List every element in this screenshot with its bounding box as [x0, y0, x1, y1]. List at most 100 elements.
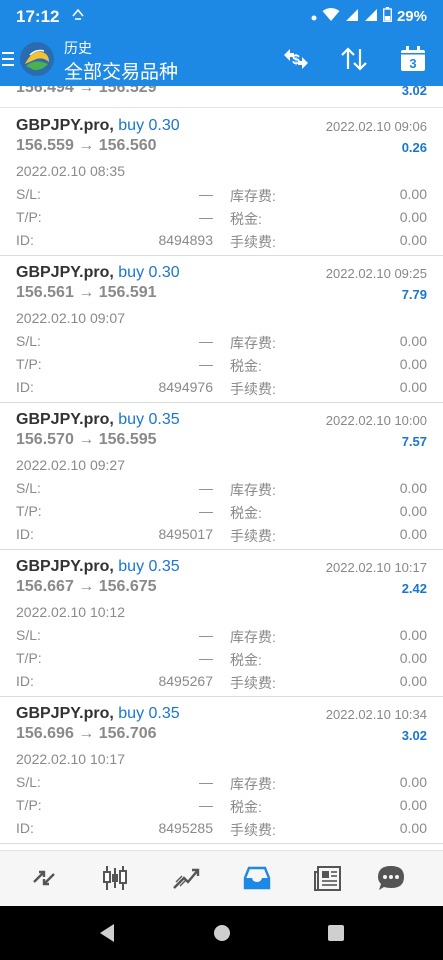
tab-news[interactable]: [309, 859, 347, 897]
commission-value: 0.00: [399, 379, 427, 395]
swap-value: 0.00: [399, 774, 427, 790]
sort-icon: [341, 47, 367, 71]
commission-value: 0.00: [399, 673, 427, 689]
taxes-value: 0.00: [399, 503, 427, 519]
recents-button[interactable]: [325, 922, 347, 944]
back-button[interactable]: [96, 922, 118, 944]
signal-icon: [345, 8, 359, 26]
bottom-tab-bar: [0, 850, 443, 907]
swap-label: 库存费:: [230, 188, 276, 204]
id-value: 8494976: [158, 379, 213, 395]
home-button[interactable]: [211, 922, 233, 944]
commission-label: 手续费:: [230, 822, 276, 838]
commission-label: 手续费:: [230, 234, 276, 250]
taxes-value: 0.00: [399, 209, 427, 225]
back-icon: [100, 924, 114, 942]
deal-prices: 156.494 → 156.529: [16, 86, 157, 96]
symbol-filter[interactable]: 全部交易品种: [64, 57, 178, 84]
deal-prices: 156.561 → 156.591: [16, 284, 157, 301]
currency-exchange-button[interactable]: $: [280, 43, 312, 75]
swap-label: 库存费:: [230, 335, 276, 351]
taxes-label: 税金:: [230, 211, 262, 227]
tab-history[interactable]: [238, 859, 276, 897]
app-bar: 历史 全部交易品种 $ 3: [0, 33, 443, 86]
id-label: ID:: [16, 379, 34, 395]
tab-quotes[interactable]: [25, 859, 63, 897]
swap-value: 0.00: [399, 627, 427, 643]
sl-value: —: [199, 333, 213, 349]
news-icon: [314, 866, 341, 891]
tab-trade[interactable]: [167, 859, 205, 897]
chart-candles-icon: [103, 866, 127, 890]
id-label: ID:: [16, 820, 34, 836]
deal-symbol: GBPJPY.pro, buy 0.30: [16, 117, 180, 134]
deal-profit: 0.26: [401, 140, 427, 155]
deal-item-partial[interactable]: 156.494 → 156.529 3.02: [0, 86, 443, 108]
deal-item[interactable]: GBPJPY.pro, buy 0.35 2022.02.10 10:17 15…: [0, 549, 443, 697]
swap-value: 0.00: [399, 480, 427, 496]
commission-value: 0.00: [399, 526, 427, 542]
taxes-value: 0.00: [399, 797, 427, 813]
tp-label: T/P:: [16, 503, 42, 519]
deal-profit: 7.57: [401, 434, 427, 449]
deal-open-time: 2022.02.10 09:27: [16, 457, 125, 473]
quotes-icon: [33, 870, 55, 886]
commission-label: 手续费:: [230, 675, 276, 691]
deal-close-time: 2022.02.10 09:25: [325, 266, 427, 281]
deal-profit: 3.02: [401, 86, 427, 98]
sl-label: S/L:: [16, 333, 41, 349]
taxes-value: 0.00: [399, 356, 427, 372]
deal-close-time: 2022.02.10 10:34: [325, 707, 427, 722]
sl-label: S/L:: [16, 774, 41, 790]
deal-prices: 156.570 → 156.595: [16, 431, 157, 448]
id-value: 8494893: [158, 232, 213, 248]
tp-label: T/P:: [16, 356, 42, 372]
menu-button[interactable]: [2, 48, 14, 70]
battery-level: 29%: [396, 8, 427, 25]
deal-open-time: 2022.02.10 10:17: [16, 751, 125, 767]
tab-chart[interactable]: [96, 859, 134, 897]
deal-symbol: GBPJPY.pro, buy 0.35: [16, 411, 180, 428]
calendar-button[interactable]: 3: [397, 43, 429, 75]
deal-close-time: 2022.02.10 09:06: [325, 119, 427, 134]
swap-label: 库存费:: [230, 629, 276, 645]
tab-chat[interactable]: [372, 859, 410, 897]
page-title: 历史: [64, 40, 92, 56]
notification-icon: [71, 7, 85, 26]
deal-open-time: 2022.02.10 09:07: [16, 310, 125, 326]
tp-label: T/P:: [16, 209, 42, 225]
taxes-label: 税金:: [230, 505, 262, 521]
sort-button[interactable]: [338, 43, 370, 75]
tp-label: T/P:: [16, 797, 42, 813]
deal-prices: 156.696 → 156.706: [16, 725, 157, 742]
sl-label: S/L:: [16, 627, 41, 643]
tp-label: T/P:: [16, 650, 42, 666]
deal-direction: buy 0.35: [118, 558, 180, 575]
tp-value: —: [199, 209, 213, 225]
deal-direction: buy 0.30: [118, 264, 180, 281]
status-bar: 17:12 29%: [0, 0, 443, 33]
deal-item[interactable]: GBPJPY.pro, buy 0.30 2022.02.10 09:06 15…: [0, 108, 443, 256]
deal-list[interactable]: 156.494 → 156.529 3.02 GBPJPY.pro, buy 0…: [0, 86, 443, 850]
id-label: ID:: [16, 232, 34, 248]
signal-icon: [364, 8, 378, 26]
deal-open-time: 2022.02.10 08:35: [16, 163, 125, 179]
deal-item[interactable]: GBPJPY.pro, buy 0.35 2022.02.10 10:00 15…: [0, 402, 443, 550]
sl-label: S/L:: [16, 480, 41, 496]
sl-value: —: [199, 186, 213, 202]
swap-label: 库存费:: [230, 776, 276, 792]
currency-exchange-icon: $: [284, 49, 308, 69]
recents-icon: [328, 925, 344, 941]
deal-profit: 3.02: [401, 728, 427, 743]
commission-label: 手续费:: [230, 528, 276, 544]
battery-icon: [383, 7, 392, 26]
deal-item[interactable]: GBPJPY.pro, buy 0.30 2022.02.10 09:25 15…: [0, 255, 443, 403]
status-time: 17:12: [16, 6, 60, 26]
tp-value: —: [199, 650, 213, 666]
deal-profit: 7.79: [401, 287, 427, 302]
commission-value: 0.00: [399, 232, 427, 248]
deal-item[interactable]: GBPJPY.pro, buy 0.35 2022.02.10 10:34 15…: [0, 696, 443, 844]
swap-label: 库存费:: [230, 482, 276, 498]
sl-value: —: [199, 774, 213, 790]
calendar-day: 3: [409, 56, 416, 71]
